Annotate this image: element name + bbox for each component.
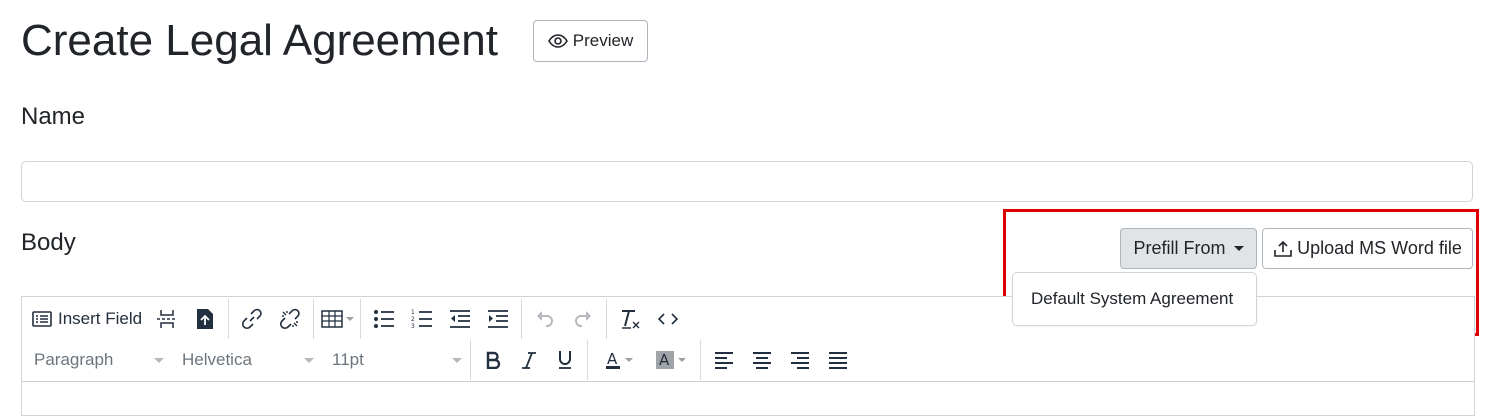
- caret-down-icon: [1233, 246, 1244, 251]
- table-button[interactable]: [318, 302, 356, 336]
- align-right-icon: [791, 352, 809, 369]
- clear-formatting-icon: [622, 310, 640, 329]
- font-family-select[interactable]: Helvetica: [172, 343, 322, 377]
- toolbar-group-table: [314, 299, 362, 339]
- preview-button[interactable]: Preview: [533, 20, 648, 62]
- unlink-button[interactable]: [271, 302, 309, 336]
- italic-icon: [522, 352, 536, 369]
- bullet-list-button[interactable]: [365, 302, 403, 336]
- editor-toolbar-row-1: Insert Field 1 2 3: [22, 299, 691, 339]
- toolbar-group-colors: A A: [588, 340, 701, 380]
- text-color-icon: A: [605, 350, 620, 369]
- source-code-button[interactable]: [649, 302, 687, 336]
- page-break-icon: [157, 310, 178, 328]
- text-color-caret-icon: [624, 358, 633, 362]
- undo-button[interactable]: [526, 302, 564, 336]
- bold-icon: [486, 351, 501, 369]
- italic-button[interactable]: [511, 343, 547, 377]
- background-color-caret-icon: [677, 358, 686, 362]
- preview-button-label: Preview: [572, 31, 634, 50]
- toolbar-group-fonts: Paragraph Helvetica 11pt: [22, 340, 471, 380]
- page-title: Create Legal Agreement: [21, 16, 498, 65]
- svg-text:3: 3: [411, 323, 415, 330]
- insert-field-label: Insert Field: [58, 309, 143, 328]
- svg-text:A: A: [659, 351, 670, 369]
- clear-formatting-button[interactable]: [611, 302, 649, 336]
- font-family-caret-icon: [304, 357, 314, 363]
- svg-text:2: 2: [411, 316, 415, 323]
- import-document-icon: [197, 309, 214, 329]
- name-input[interactable]: [21, 161, 1473, 202]
- svg-text:1: 1: [411, 309, 415, 316]
- bold-button[interactable]: [475, 343, 511, 377]
- toolbar-group-lists: 123: [361, 299, 523, 339]
- toolbar-divider: [22, 381, 1474, 382]
- block-format-caret-icon: [154, 357, 164, 363]
- upload-word-file-button[interactable]: Upload MS Word file: [1262, 228, 1473, 269]
- align-justify-button[interactable]: [819, 343, 857, 377]
- table-caret-icon: [345, 317, 354, 321]
- align-center-icon: [753, 352, 771, 369]
- prefill-from-dropdown-button[interactable]: Prefill From: [1120, 228, 1257, 269]
- indent-icon: [488, 310, 509, 328]
- align-left-button[interactable]: [705, 343, 743, 377]
- font-size-select[interactable]: 11pt: [322, 343, 470, 377]
- toolbar-group-links: [229, 299, 315, 339]
- toolbar-group-format: [607, 299, 691, 339]
- redo-icon: [575, 311, 592, 327]
- background-color-button[interactable]: A: [644, 343, 696, 377]
- toolbar-group-styles: [471, 340, 588, 380]
- font-family-value: Helvetica: [182, 350, 252, 369]
- numbered-list-icon: 123: [411, 309, 433, 330]
- indent-button[interactable]: [479, 302, 517, 336]
- prefill-from-label: Prefill From: [1133, 238, 1226, 258]
- toolbar-group-align: [701, 340, 861, 380]
- align-left-icon: [715, 352, 733, 369]
- insert-field-icon: [32, 311, 52, 327]
- outdent-icon: [450, 310, 471, 328]
- import-document-button[interactable]: [186, 302, 224, 336]
- upload-icon: [1274, 240, 1292, 257]
- underline-icon: [559, 351, 571, 369]
- unlink-icon: [280, 308, 300, 330]
- link-icon: [242, 308, 262, 330]
- name-label: Name: [21, 103, 86, 130]
- table-icon: [320, 310, 343, 328]
- source-code-icon: [658, 313, 679, 325]
- align-center-button[interactable]: [743, 343, 781, 377]
- redo-button[interactable]: [564, 302, 602, 336]
- block-format-value: Paragraph: [34, 350, 114, 369]
- text-color-button[interactable]: A: [592, 343, 644, 377]
- align-justify-icon: [829, 352, 847, 369]
- svg-text:A: A: [607, 350, 618, 368]
- background-color-icon: A: [655, 351, 674, 369]
- page-break-button[interactable]: [148, 302, 186, 336]
- outdent-button[interactable]: [441, 302, 479, 336]
- toolbar-group-insert: Insert Field: [22, 299, 230, 339]
- eye-icon: [547, 34, 568, 48]
- toolbar-group-history: [522, 299, 608, 339]
- underline-button[interactable]: [547, 343, 583, 377]
- link-button[interactable]: [233, 302, 271, 336]
- menu-item-default-system-agreement[interactable]: Default System Agreement: [1031, 289, 1233, 309]
- font-size-caret-icon: [452, 357, 462, 363]
- block-format-select[interactable]: Paragraph: [24, 343, 172, 377]
- insert-field-button[interactable]: Insert Field: [26, 302, 148, 336]
- prefill-from-menu: Default System Agreement: [1012, 272, 1257, 326]
- numbered-list-button[interactable]: 123: [403, 302, 441, 336]
- upload-button-label: Upload MS Word file: [1297, 238, 1462, 258]
- bullet-list-icon: [374, 310, 395, 328]
- undo-icon: [537, 311, 554, 327]
- align-right-button[interactable]: [781, 343, 819, 377]
- editor-toolbar-row-2: Paragraph Helvetica 11pt A A: [22, 340, 861, 380]
- font-size-value: 11pt: [332, 350, 364, 369]
- body-label: Body: [21, 229, 76, 256]
